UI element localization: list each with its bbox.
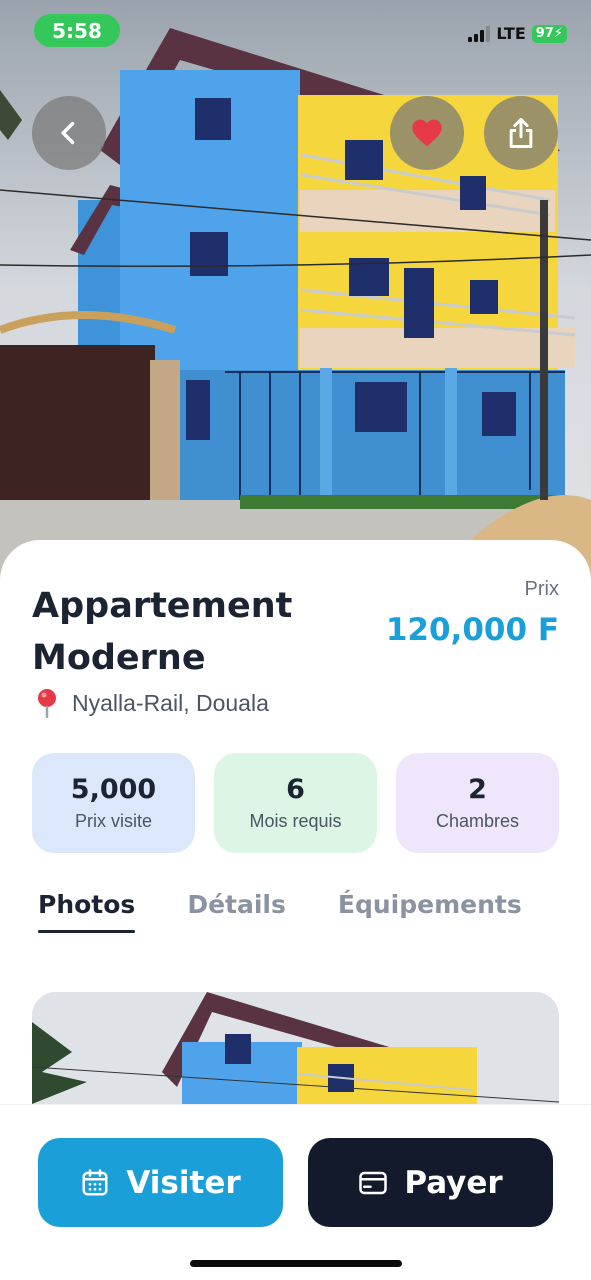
stat-value: 6 <box>286 774 305 805</box>
location-row: Nyalla-Rail, Douala <box>36 688 269 718</box>
map-pin-icon <box>38 689 56 718</box>
building-photo <box>0 0 591 580</box>
stat-visit-price: 5,000 Prix visite <box>32 753 195 853</box>
share-button[interactable] <box>484 96 558 170</box>
price-label: Prix <box>524 578 559 600</box>
status-indicators: LTE 97⚡ <box>468 24 567 43</box>
status-time: 5:58 <box>34 14 120 47</box>
chevron-left-icon <box>61 121 75 145</box>
back-button[interactable] <box>32 96 106 170</box>
stat-label: Prix visite <box>74 811 152 831</box>
pay-button[interactable]: Payer <box>308 1138 553 1227</box>
share-icon <box>509 117 533 149</box>
stat-label: Chambres <box>435 811 520 831</box>
favorite-button[interactable] <box>390 96 464 170</box>
stat-bedrooms: 2 Chambres <box>396 753 559 853</box>
visit-button-label: Visiter <box>126 1164 241 1201</box>
listing-title: Appartement Moderne <box>32 580 352 684</box>
calendar-icon <box>82 1168 108 1195</box>
listing-title-line1: Appartement <box>32 586 293 626</box>
gallery-image <box>32 992 559 1104</box>
stat-value: 5,000 <box>70 774 157 805</box>
battery-indicator: 97⚡ <box>531 24 567 43</box>
tab-bar: Photos Détails Équipements <box>38 890 522 933</box>
stat-months-required: 6 Mois requis <box>214 753 377 853</box>
stat-label: Mois requis <box>249 811 342 831</box>
visit-button[interactable]: Visiter <box>38 1138 283 1227</box>
pay-button-label: Payer <box>404 1164 503 1201</box>
tab-photos[interactable]: Photos <box>38 890 136 933</box>
gallery-photo[interactable] <box>32 992 559 1104</box>
home-indicator[interactable] <box>190 1260 402 1267</box>
hero-photo <box>0 0 591 580</box>
location-text: Nyalla-Rail, Douala <box>72 689 269 716</box>
stat-value: 2 <box>468 774 487 805</box>
heart-icon <box>412 119 442 147</box>
battery-level: 97 <box>535 25 554 41</box>
network-type: LTE <box>496 24 526 43</box>
tab-details[interactable]: Détails <box>187 890 286 933</box>
listing-title-line2: Moderne <box>32 638 206 678</box>
tab-amenities[interactable]: Équipements <box>338 890 522 933</box>
cellular-signal-icon <box>468 25 491 42</box>
credit-card-icon <box>359 1171 388 1194</box>
bottom-action-bar: Visiter Payer <box>0 1104 591 1280</box>
stats-row: 5,000 Prix visite 6 Mois requis 2 Chambr… <box>32 753 559 853</box>
price-value: 120,000 F <box>385 612 559 648</box>
